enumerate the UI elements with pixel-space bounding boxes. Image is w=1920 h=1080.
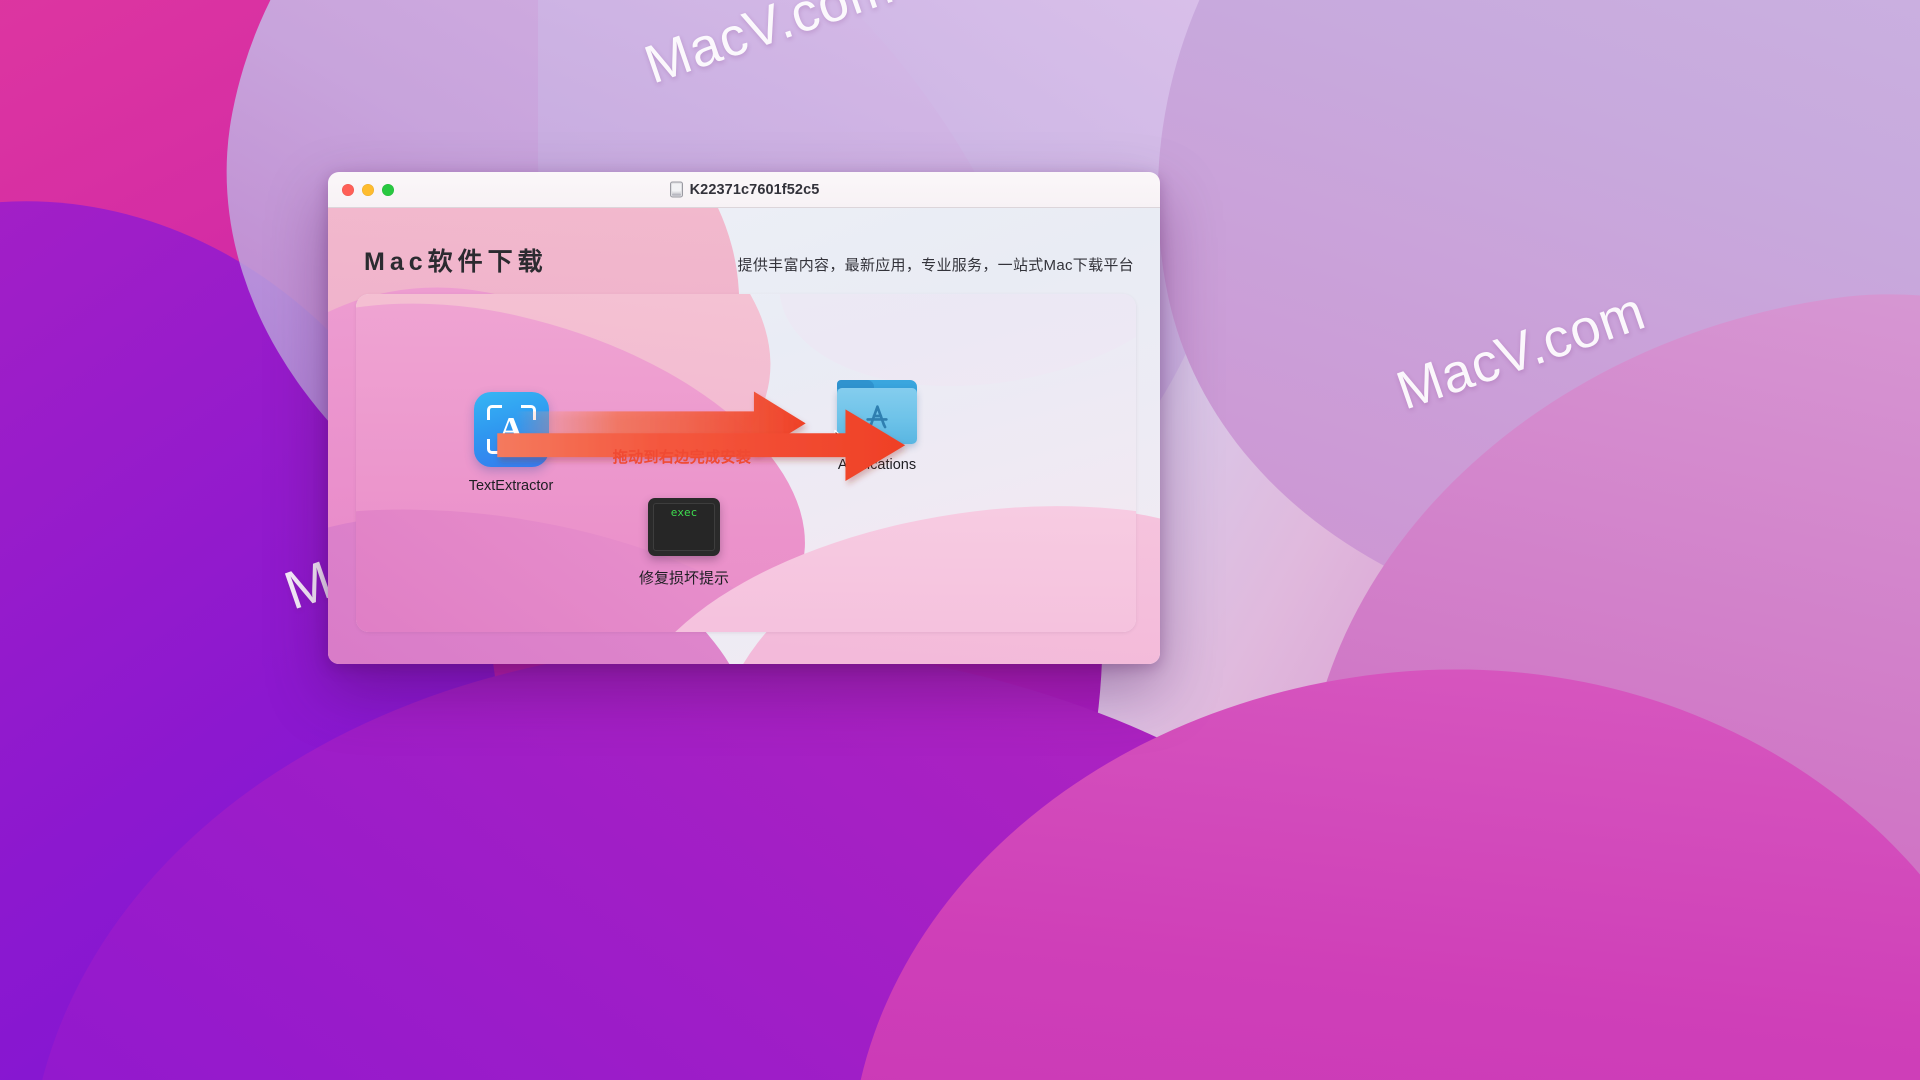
repair-script-label: 修复损坏提示	[638, 570, 729, 587]
scan-frame-icon	[486, 405, 536, 454]
mouse-cursor-icon	[834, 429, 848, 450]
install-drop-panel: 拖动到右边完成安装 A TextExtractor Applications e…	[356, 294, 1136, 632]
window-title: K22371c7601f52c5	[689, 181, 820, 198]
wallpaper-wave-7	[816, 629, 1920, 1080]
watermark-top: MacV.com	[637, 0, 901, 96]
source-app-label: TextExtractor	[468, 478, 554, 494]
terminal-screen: exec	[653, 503, 715, 551]
dmg-installer-window: K22371c7601f52c5 Mac软件下载 提供丰富内容，最新应用，专业服…	[328, 172, 1160, 664]
drag-instruction-text: 拖动到右边完成安装	[612, 449, 752, 466]
terminal-text: exec	[670, 506, 698, 519]
brand-tagline: 提供丰富内容，最新应用，专业服务，一站式Mac下载平台	[737, 257, 1134, 274]
repair-script-item[interactable]: exec 修复损坏提示	[619, 492, 749, 588]
desktop-wallpaper: MacV.com MacV.com MacV.com K22371c7601f5…	[0, 0, 1920, 1080]
applications-folder-item[interactable]: Applications	[812, 374, 942, 473]
applications-folder-label: Applications	[837, 457, 917, 473]
dmg-header: Mac软件下载 提供丰富内容，最新应用，专业服务，一站式Mac下载平台	[328, 208, 1160, 278]
textextractor-app-icon[interactable]: A	[473, 392, 549, 467]
window-title-group: K22371c7601f52c5	[328, 181, 1160, 199]
watermark-right: MacV.com	[1389, 280, 1653, 422]
exec-terminal-icon[interactable]: exec	[648, 498, 720, 556]
window-titlebar[interactable]: K22371c7601f52c5	[328, 172, 1160, 208]
source-app-item[interactable]: A TextExtractor	[446, 392, 576, 494]
app-store-icon	[866, 405, 888, 429]
disk-drive-icon	[669, 181, 683, 197]
window-body: Mac软件下载 提供丰富内容，最新应用，专业服务，一站式Mac下载平台 拖动到右…	[328, 208, 1160, 664]
brand-title: Mac软件下载	[364, 248, 548, 276]
applications-folder-icon[interactable]	[834, 380, 917, 450]
